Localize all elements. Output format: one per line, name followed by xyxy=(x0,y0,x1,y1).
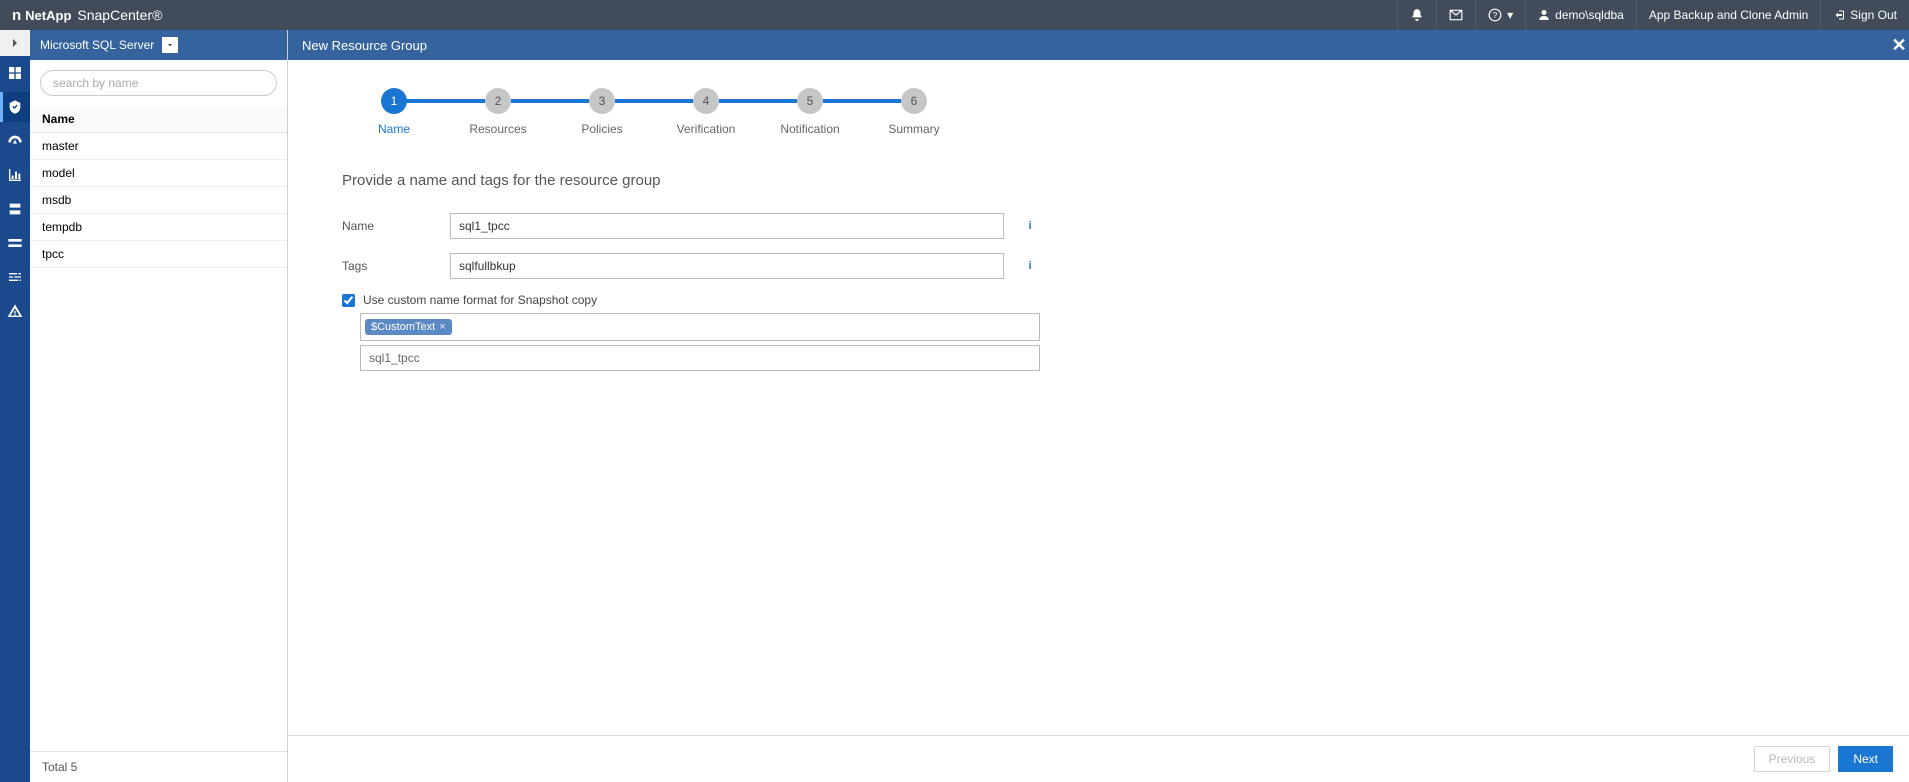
resources-nav[interactable] xyxy=(0,92,30,122)
step-notification[interactable]: 5 Notification xyxy=(758,88,862,136)
brand-company: NetApp xyxy=(25,8,71,23)
next-button[interactable]: Next xyxy=(1838,746,1893,772)
tags-label: Tags xyxy=(342,259,450,273)
mail-icon xyxy=(1449,8,1463,22)
previous-button[interactable]: Previous xyxy=(1754,746,1831,772)
chart-icon xyxy=(7,167,23,183)
remove-token-icon[interactable]: × xyxy=(439,321,445,333)
dashboard-nav[interactable] xyxy=(0,58,30,88)
resource-row[interactable]: master xyxy=(30,133,287,160)
custom-format-checkbox[interactable] xyxy=(342,294,355,307)
step-summary[interactable]: 6 Summary xyxy=(862,88,966,136)
nav-rail xyxy=(0,30,30,782)
format-token[interactable]: $CustomText × xyxy=(365,319,452,335)
help-icon: ? xyxy=(1488,8,1502,22)
snapshot-format-box[interactable]: $CustomText × xyxy=(360,313,1040,341)
step-circle: 1 xyxy=(381,88,407,114)
format-token-label: $CustomText xyxy=(371,321,435,333)
header-actions: ? ▾ demo\sqldba App Backup and Clone Adm… xyxy=(1397,0,1909,30)
expand-rail-button[interactable] xyxy=(0,30,30,56)
sliders-icon xyxy=(7,269,23,285)
step-policies[interactable]: 3 Policies xyxy=(550,88,654,136)
form-heading: Provide a name and tags for the resource… xyxy=(342,172,1102,189)
resource-panel-header: Microsoft SQL Server xyxy=(30,30,287,60)
tags-info-button[interactable]: i xyxy=(1022,258,1038,274)
svg-text:?: ? xyxy=(1493,11,1498,20)
resource-row[interactable]: model xyxy=(30,160,287,187)
custom-format-label: Use custom name format for Snapshot copy xyxy=(363,293,597,307)
monitor-nav[interactable] xyxy=(0,126,30,156)
alert-icon xyxy=(7,303,23,319)
chevron-down-icon xyxy=(165,40,175,50)
resource-table: Name master model msdb tempdb tpcc xyxy=(30,106,287,751)
alerts-nav[interactable] xyxy=(0,296,30,326)
step-label: Summary xyxy=(888,122,939,136)
brand-product: SnapCenter® xyxy=(77,7,162,23)
step-circle: 6 xyxy=(901,88,927,114)
step-label: Notification xyxy=(780,122,839,136)
resource-row[interactable]: tempdb xyxy=(30,214,287,241)
user-menu[interactable]: demo\sqldba xyxy=(1525,0,1636,30)
storage-icon xyxy=(7,235,23,251)
step-circle: 4 xyxy=(693,88,719,114)
info-icon: i xyxy=(1028,260,1031,272)
chevron-down-icon: ▾ xyxy=(1507,8,1513,22)
wizard-stepper: 1 Name 2 Resources 3 Policies 4 Verifica… xyxy=(342,88,1909,136)
bell-icon xyxy=(1410,8,1424,22)
signout-icon xyxy=(1833,9,1845,21)
name-info-button[interactable]: i xyxy=(1022,218,1038,234)
role-label: App Backup and Clone Admin xyxy=(1649,8,1808,22)
step-circle: 2 xyxy=(485,88,511,114)
custom-text-input[interactable] xyxy=(360,345,1040,371)
step-label: Policies xyxy=(581,122,622,136)
sign-out-label: Sign Out xyxy=(1850,8,1897,22)
content-header: New Resource Group ✕ xyxy=(288,30,1909,60)
step-resources[interactable]: 2 Resources xyxy=(446,88,550,136)
hosts-icon xyxy=(7,201,23,217)
info-icon: i xyxy=(1028,220,1031,232)
step-circle: 3 xyxy=(589,88,615,114)
hosts-nav[interactable] xyxy=(0,194,30,224)
settings-nav[interactable] xyxy=(0,262,30,292)
shield-check-icon xyxy=(7,99,23,115)
gauge-icon xyxy=(7,133,23,149)
resource-type-select[interactable] xyxy=(162,37,178,53)
user-label: demo\sqldba xyxy=(1555,8,1624,22)
brand-logo: n NetApp xyxy=(12,7,71,24)
notifications-button[interactable] xyxy=(1397,0,1436,30)
step-circle: 5 xyxy=(797,88,823,114)
resource-panel: Microsoft SQL Server Name master model m… xyxy=(30,30,288,782)
reports-nav[interactable] xyxy=(0,160,30,190)
resource-row[interactable]: msdb xyxy=(30,187,287,214)
resource-footer: Total 5 xyxy=(30,751,287,782)
close-icon: ✕ xyxy=(1891,35,1906,56)
grid-icon xyxy=(7,65,23,81)
role-label-wrap[interactable]: App Backup and Clone Admin xyxy=(1636,0,1820,30)
step-label: Name xyxy=(378,122,410,136)
form-area: Provide a name and tags for the resource… xyxy=(342,172,1102,371)
chevron-right-icon xyxy=(7,35,23,51)
mail-button[interactable] xyxy=(1436,0,1475,30)
brand-bar: n NetApp SnapCenter® ? ▾ demo\sqldba App… xyxy=(0,0,1909,30)
name-input[interactable] xyxy=(450,213,1004,239)
wizard-footer: Previous Next xyxy=(288,735,1909,782)
step-verification[interactable]: 4 Verification xyxy=(654,88,758,136)
sign-out-button[interactable]: Sign Out xyxy=(1820,0,1909,30)
resource-search-input[interactable] xyxy=(40,70,277,96)
resource-row[interactable]: tpcc xyxy=(30,241,287,268)
netapp-icon: n xyxy=(12,7,21,24)
content-panel: New Resource Group ✕ 1 Name 2 Resources xyxy=(288,30,1909,782)
tags-input[interactable] xyxy=(450,253,1004,279)
step-label: Verification xyxy=(677,122,736,136)
resource-table-header[interactable]: Name xyxy=(30,106,287,133)
step-label: Resources xyxy=(469,122,526,136)
content-title: New Resource Group xyxy=(302,38,427,53)
user-icon xyxy=(1538,9,1550,21)
name-label: Name xyxy=(342,219,450,233)
step-name[interactable]: 1 Name xyxy=(342,88,446,136)
close-panel-button[interactable]: ✕ xyxy=(1889,30,1909,60)
storage-nav[interactable] xyxy=(0,228,30,258)
help-button[interactable]: ? ▾ xyxy=(1475,0,1525,30)
resource-type-select-label: Microsoft SQL Server xyxy=(40,38,154,52)
